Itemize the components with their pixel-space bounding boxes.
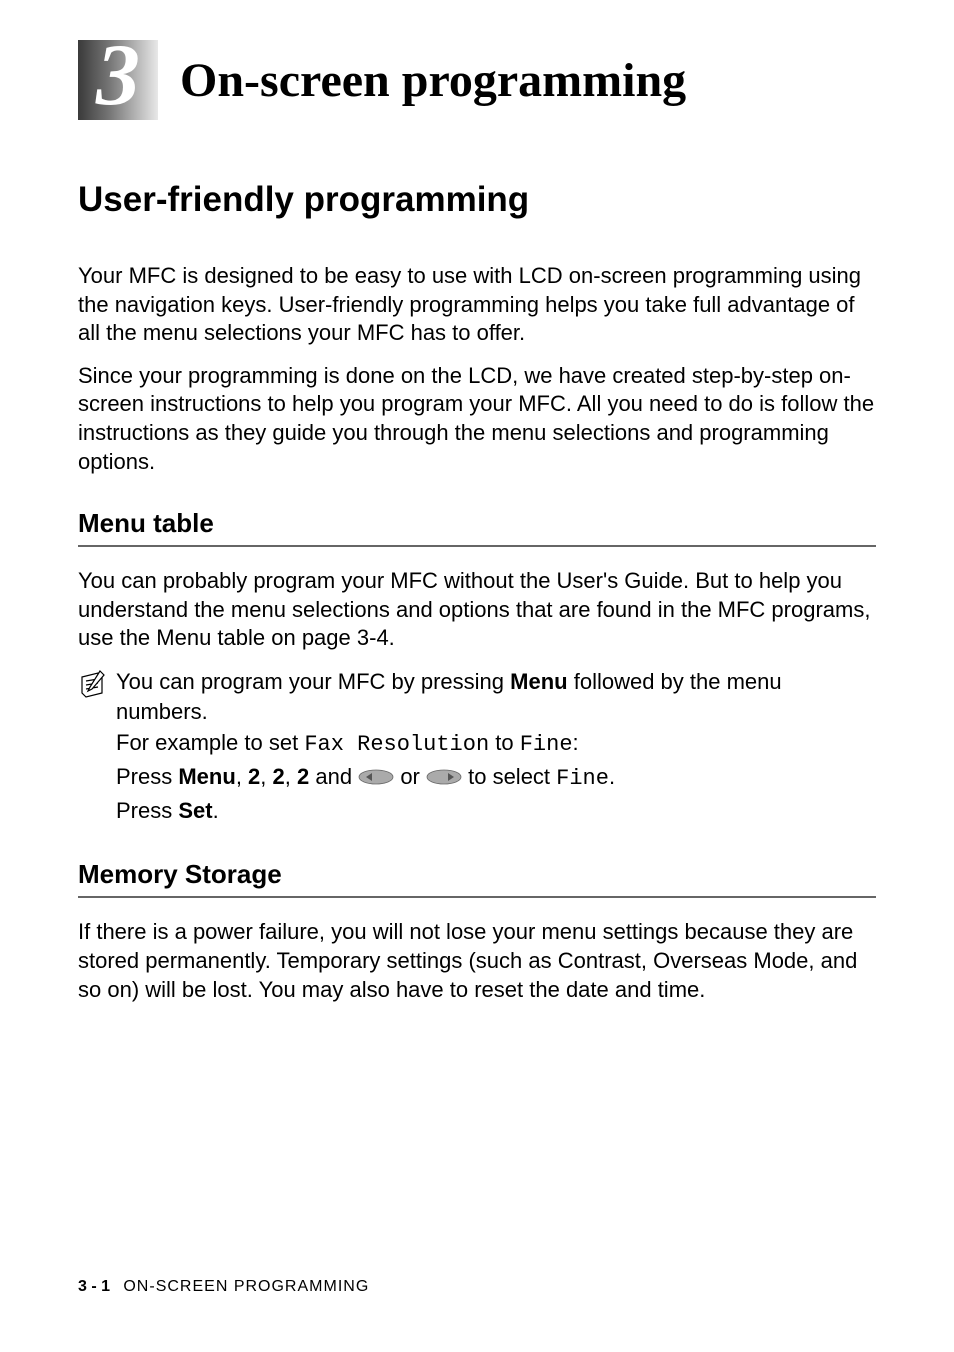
intro-paragraph-1: Your MFC is designed to be easy to use w… bbox=[78, 262, 876, 348]
note-icon bbox=[78, 669, 108, 704]
menu-table-body: You can probably program your MFC withou… bbox=[78, 567, 876, 653]
nav-right-icon bbox=[426, 763, 462, 793]
section-title: User-friendly programming bbox=[78, 180, 876, 220]
chapter-title: On-screen programming bbox=[180, 53, 686, 108]
subheading-memory-storage: Memory Storage bbox=[78, 859, 876, 890]
subheading-menu-table: Menu table bbox=[78, 508, 876, 539]
chapter-header: 3 On-screen programming bbox=[78, 40, 876, 120]
note-content: You can program your MFC by pressing Men… bbox=[116, 667, 876, 827]
intro-paragraph-2: Since your programming is done on the LC… bbox=[78, 362, 876, 476]
divider bbox=[78, 545, 876, 547]
footer-section-label: ON-SCREEN PROGRAMMING bbox=[123, 1278, 369, 1295]
footer-page-number: 3 - 1 bbox=[78, 1278, 110, 1295]
note-line-1: You can program your MFC by pressing Men… bbox=[116, 667, 876, 726]
page-footer: 3 - 1 ON-SCREEN PROGRAMMING bbox=[78, 1278, 369, 1296]
chapter-number-badge: 3 bbox=[78, 40, 158, 120]
memory-storage-body: If there is a power failure, you will no… bbox=[78, 918, 876, 1004]
divider bbox=[78, 896, 876, 898]
note-block: You can program your MFC by pressing Men… bbox=[78, 667, 876, 827]
menu-key: Menu bbox=[510, 669, 567, 694]
nav-left-icon bbox=[358, 763, 394, 793]
chapter-number-text: 3 bbox=[96, 32, 140, 120]
note-line-3: Press Menu, 2, 2, 2 and or to select Fin… bbox=[116, 762, 876, 794]
note-line-2: For example to set Fax Resolution to Fin… bbox=[116, 728, 876, 760]
note-line-4: Press Set. bbox=[116, 796, 876, 826]
